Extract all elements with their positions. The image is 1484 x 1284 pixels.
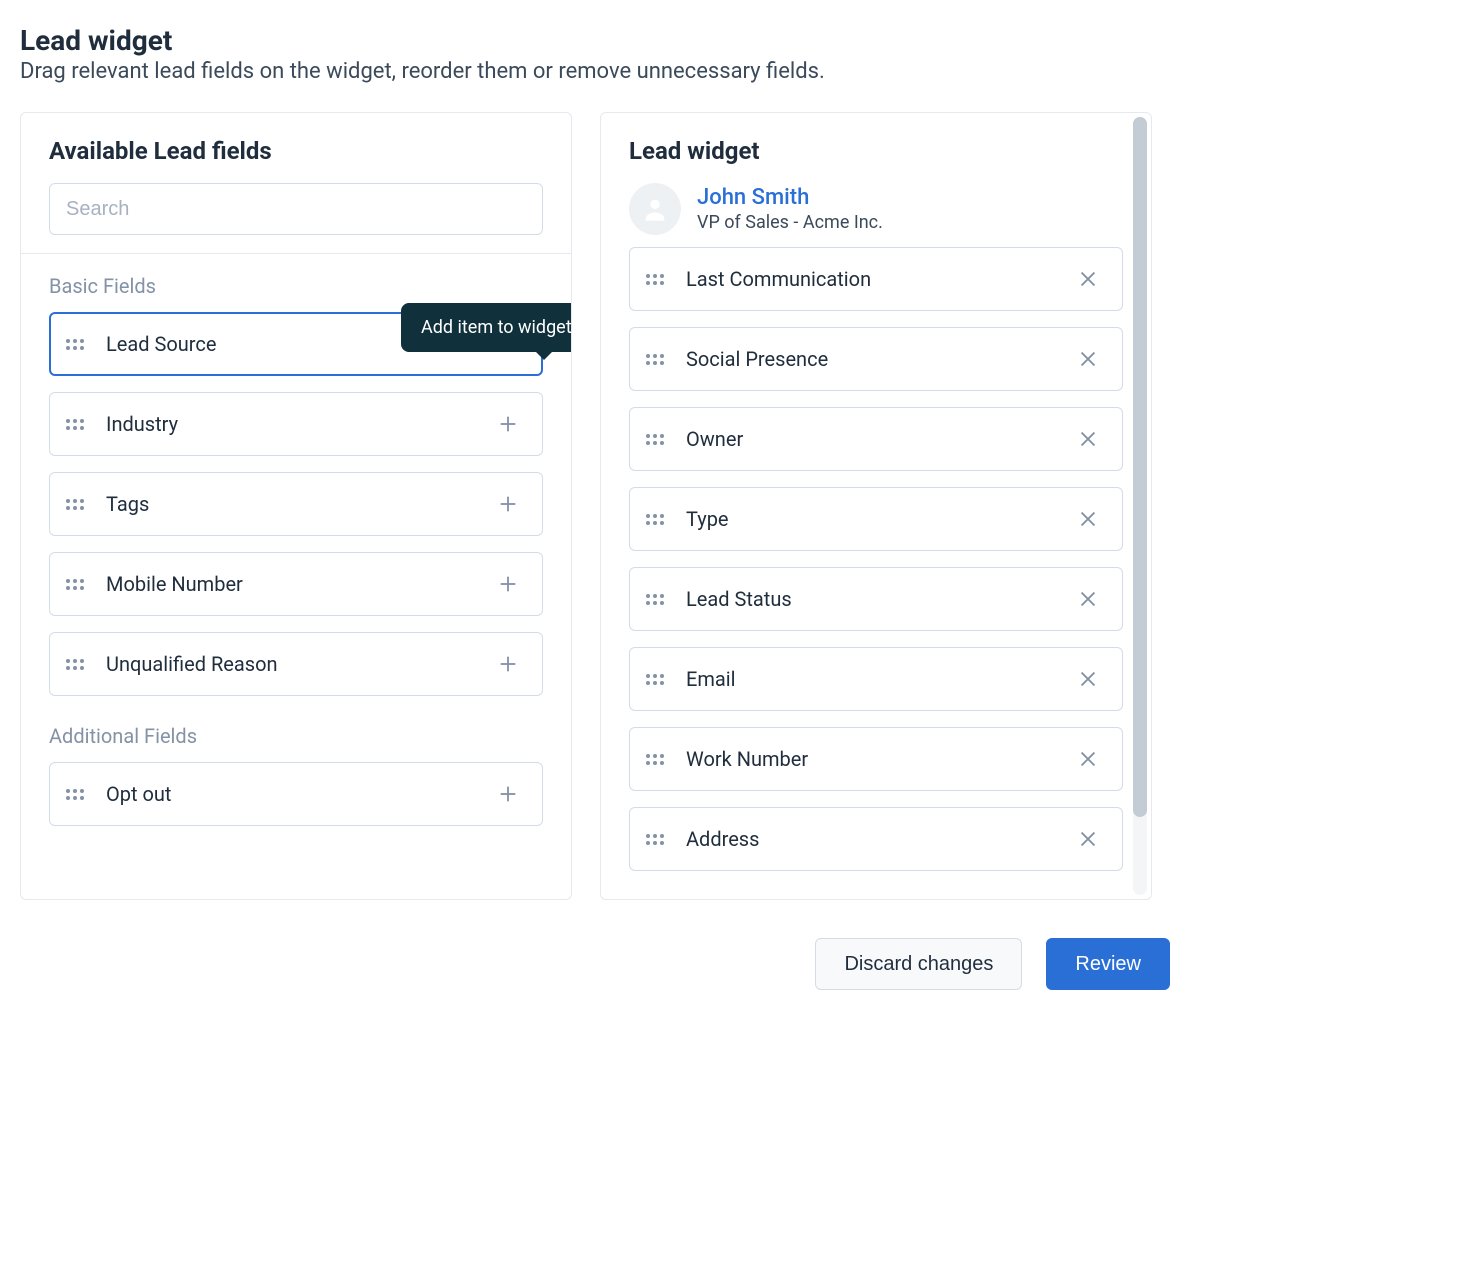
plus-icon[interactable] xyxy=(494,780,522,808)
field-card-tags[interactable]: Tags xyxy=(49,472,543,536)
drag-handle-icon[interactable] xyxy=(646,827,668,851)
field-label: Unqualified Reason xyxy=(106,652,494,676)
field-label: Last Communication xyxy=(686,267,1074,291)
avatar xyxy=(629,183,681,235)
field-card-mobile-number[interactable]: Mobile Number xyxy=(49,552,543,616)
plus-icon[interactable] xyxy=(494,650,522,678)
drag-handle-icon[interactable] xyxy=(66,572,88,596)
widget-item-lead-status[interactable]: Lead Status xyxy=(629,567,1123,631)
field-label: Work Number xyxy=(686,747,1074,771)
widget-item-work-number[interactable]: Work Number xyxy=(629,727,1123,791)
available-fields-panel: Add item to widget Available Lead fields… xyxy=(20,112,572,900)
field-label: Tags xyxy=(106,492,494,516)
page-subtitle: Drag relevant lead fields on the widget,… xyxy=(20,59,1170,84)
drag-handle-icon[interactable] xyxy=(646,427,668,451)
plus-icon[interactable] xyxy=(494,490,522,518)
close-icon[interactable] xyxy=(1074,265,1102,293)
drag-handle-icon[interactable] xyxy=(646,587,668,611)
field-card-industry[interactable]: Industry xyxy=(49,392,543,456)
field-label: Owner xyxy=(686,427,1074,451)
section-label-additional: Additional Fields xyxy=(49,724,543,748)
drag-handle-icon[interactable] xyxy=(646,507,668,531)
drag-handle-icon[interactable] xyxy=(66,492,88,516)
field-card-opt-out[interactable]: Opt out xyxy=(49,762,543,826)
drag-handle-icon[interactable] xyxy=(66,412,88,436)
field-label: Social Presence xyxy=(686,347,1074,371)
lead-name[interactable]: John Smith xyxy=(697,185,883,211)
widget-item-social-presence[interactable]: Social Presence xyxy=(629,327,1123,391)
close-icon[interactable] xyxy=(1074,585,1102,613)
field-label: Email xyxy=(686,667,1074,691)
plus-icon[interactable] xyxy=(494,410,522,438)
drag-handle-icon[interactable] xyxy=(66,332,88,356)
page-title: Lead widget xyxy=(20,24,1170,57)
plus-icon[interactable] xyxy=(494,570,522,598)
widget-item-type[interactable]: Type xyxy=(629,487,1123,551)
close-icon[interactable] xyxy=(1074,745,1102,773)
available-fields-title: Available Lead fields xyxy=(49,137,543,165)
field-label: Type xyxy=(686,507,1074,531)
widget-item-email[interactable]: Email xyxy=(629,647,1123,711)
drag-handle-icon[interactable] xyxy=(646,267,668,291)
field-label: Lead Status xyxy=(686,587,1074,611)
drag-handle-icon[interactable] xyxy=(646,667,668,691)
close-icon[interactable] xyxy=(1074,505,1102,533)
lead-subtitle: VP of Sales - Acme Inc. xyxy=(697,212,883,233)
lead-widget-title: Lead widget xyxy=(629,137,1123,165)
widget-item-last-communication[interactable]: Last Communication xyxy=(629,247,1123,311)
person-icon xyxy=(641,195,669,223)
field-card-unqualified-reason[interactable]: Unqualified Reason xyxy=(49,632,543,696)
close-icon[interactable] xyxy=(1074,425,1102,453)
widget-item-address[interactable]: Address xyxy=(629,807,1123,871)
lead-widget-panel: Lead widget John Smith VP of Sales - Acm… xyxy=(600,112,1152,900)
close-icon[interactable] xyxy=(1074,825,1102,853)
search-input[interactable] xyxy=(49,183,543,235)
widget-items-scroll[interactable]: Last Communication Social Presence Owner xyxy=(601,245,1151,899)
field-label: Mobile Number xyxy=(106,572,494,596)
close-icon[interactable] xyxy=(1074,665,1102,693)
review-button[interactable]: Review xyxy=(1046,938,1170,990)
field-label: Industry xyxy=(106,412,494,436)
discard-button[interactable]: Discard changes xyxy=(815,938,1022,990)
field-label: Address xyxy=(686,827,1074,851)
add-item-tooltip: Add item to widget xyxy=(401,303,572,352)
close-icon[interactable] xyxy=(1074,345,1102,373)
field-label: Opt out xyxy=(106,782,494,806)
drag-handle-icon[interactable] xyxy=(66,652,88,676)
drag-handle-icon[interactable] xyxy=(646,347,668,371)
drag-handle-icon[interactable] xyxy=(646,747,668,771)
drag-handle-icon[interactable] xyxy=(66,782,88,806)
section-label-basic: Basic Fields xyxy=(49,274,543,298)
widget-item-owner[interactable]: Owner xyxy=(629,407,1123,471)
